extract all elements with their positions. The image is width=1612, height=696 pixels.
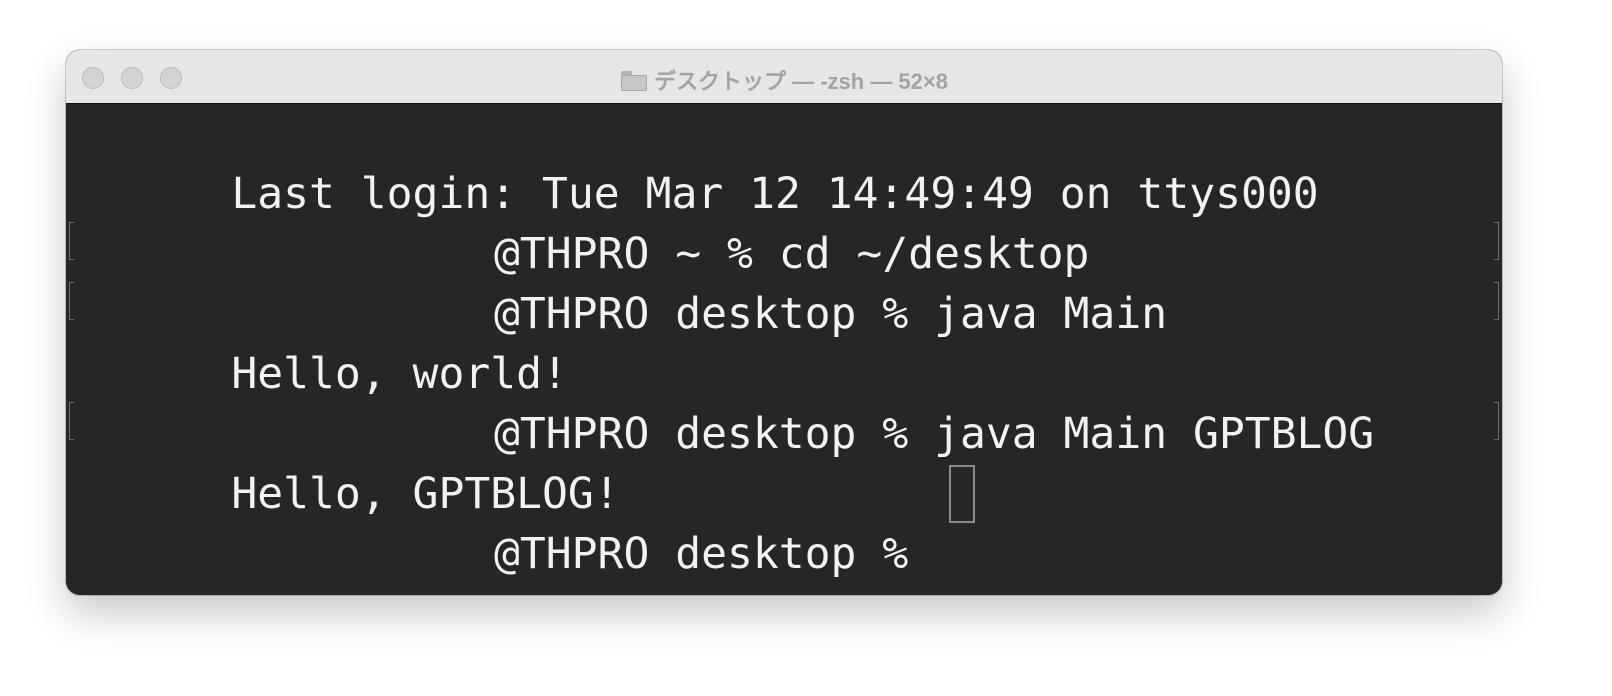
program-output: Hello, world!: [231, 349, 568, 399]
prompt-mark-right: [1494, 402, 1499, 440]
terminal-line: Hello, GPTBLOG!: [76, 404, 619, 519]
prompt-mark-left: [69, 402, 74, 440]
prompt-mark-right: [1494, 222, 1499, 260]
terminal-line: @THPRO desktop %: [76, 464, 908, 579]
title-bar[interactable]: デスクトップ — -zsh — 52×8: [66, 50, 1502, 104]
terminal-line: @THPRO desktop % java Main GPTBLOG: [76, 344, 1374, 459]
prompt-mark-left: [69, 222, 74, 260]
terminal-line: Hello, world!: [76, 284, 568, 399]
terminal-line: @THPRO ~ % cd ~/desktop: [76, 164, 1089, 279]
prompt-command: @THPRO ~ % cd ~/desktop: [494, 229, 1090, 279]
terminal-output[interactable]: Last login: Tue Mar 12 14:49:49 on ttys0…: [66, 104, 1502, 595]
window-title-container: デスクトップ — -zsh — 52×8: [66, 64, 1502, 96]
folder-icon: [620, 70, 648, 92]
terminal-line: @THPRO desktop % java Main: [76, 224, 1167, 339]
prompt-command: @THPRO desktop % java Main GPTBLOG: [494, 409, 1375, 459]
window-title: デスクトップ — -zsh — 52×8: [653, 69, 948, 94]
text-cursor[interactable]: [949, 465, 975, 523]
prompt-command: @THPRO desktop % java Main: [494, 289, 1168, 339]
program-output: Hello, GPTBLOG!: [231, 469, 620, 519]
prompt-mark-right: [1494, 282, 1499, 320]
prompt-mark-left: [69, 282, 74, 320]
current-prompt: @THPRO desktop %: [494, 529, 935, 579]
last-login-text: Last login: Tue Mar 12 14:49:49 on ttys0…: [231, 169, 1319, 219]
terminal-window: デスクトップ — -zsh — 52×8 Last login: Tue Mar…: [66, 50, 1502, 595]
terminal-line: Last login: Tue Mar 12 14:49:49 on ttys0…: [76, 104, 1318, 219]
